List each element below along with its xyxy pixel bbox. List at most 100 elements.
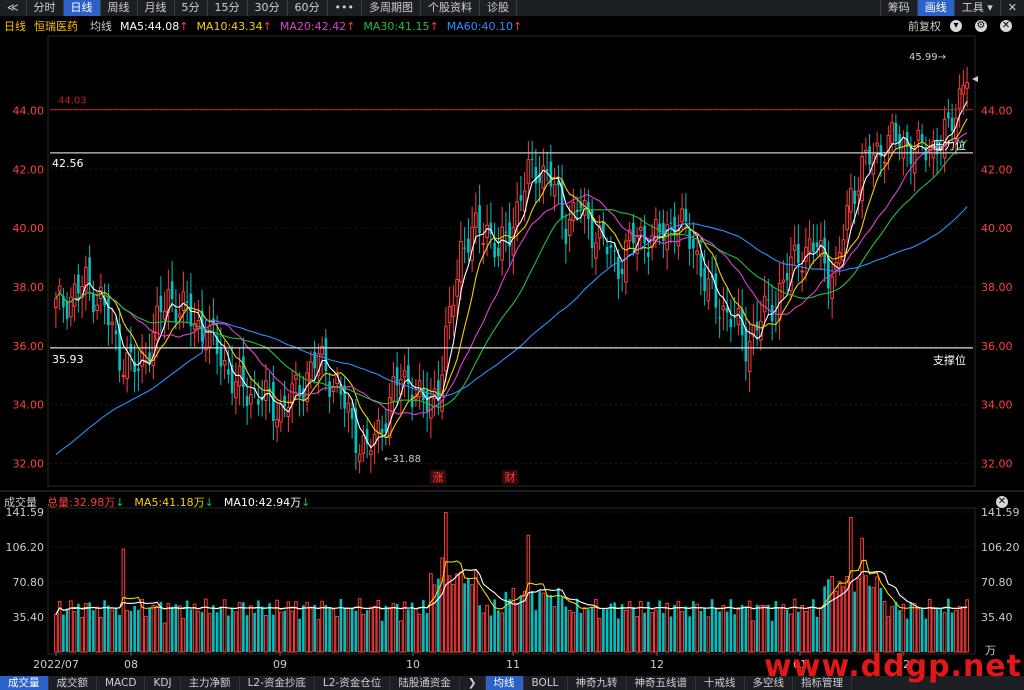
candle <box>882 161 887 164</box>
volume-bar <box>242 602 245 652</box>
candle <box>110 321 114 326</box>
indicator-tab-4[interactable]: 主力净额 <box>181 676 240 690</box>
indicator-tab-7[interactable]: 陆股通资金 <box>390 676 460 690</box>
volume-bar <box>447 575 452 653</box>
candle <box>552 183 557 197</box>
indicator-tab-9[interactable]: BOLL <box>524 676 568 690</box>
indicator-tab-10[interactable]: 神奇九转 <box>568 676 627 690</box>
price-tick-right: 38.00 <box>981 281 1013 294</box>
volume-bar <box>459 571 463 653</box>
volume-bar <box>380 620 384 652</box>
candle <box>54 298 58 309</box>
candle <box>249 393 253 405</box>
candle <box>511 226 516 256</box>
volume-bar <box>414 608 418 653</box>
volume-bar <box>909 602 913 652</box>
candle <box>107 298 110 326</box>
volume-bar <box>200 612 204 652</box>
volume-bar <box>609 603 613 652</box>
candle <box>647 252 650 257</box>
candle <box>797 243 800 264</box>
candle <box>162 310 167 320</box>
indicator-tab-2[interactable]: MACD <box>97 676 146 690</box>
candle <box>181 291 186 311</box>
candle <box>463 247 466 249</box>
candle <box>478 205 481 234</box>
tabs-scroll-icon[interactable]: ❯ <box>460 676 486 690</box>
volume-bar <box>673 604 676 652</box>
kline-chart[interactable]: 44.00 44.00 42.00 42.00 40.00 40.00 38.00 38.00… <box>0 0 1024 690</box>
volume-bar <box>654 609 658 653</box>
volume-bar <box>627 601 632 653</box>
volume-bar <box>212 605 215 652</box>
candle <box>234 381 238 399</box>
candle <box>639 226 643 231</box>
volume-bar <box>827 579 830 652</box>
candle <box>624 240 628 283</box>
volume-bar <box>219 606 223 652</box>
candle <box>744 327 748 362</box>
candle <box>121 375 126 378</box>
support-value: 35.93 <box>52 353 84 366</box>
candle <box>916 129 921 141</box>
volume-bar <box>703 607 706 652</box>
volume-bar <box>324 604 328 652</box>
candle <box>444 326 448 372</box>
volume-bar <box>650 612 654 653</box>
volume-bar <box>429 573 433 653</box>
candle <box>114 330 118 335</box>
volume-title: 成交量 <box>4 496 37 509</box>
candle <box>485 224 489 239</box>
candle <box>77 274 80 294</box>
watermark: www.ddgp.net <box>764 649 1022 684</box>
volume-bar <box>497 610 500 652</box>
price-tick-left: 32.00 <box>13 457 45 470</box>
indicator-tab-3[interactable]: KDJ <box>145 676 181 690</box>
indicator-tab-1[interactable]: 成交额 <box>49 676 97 690</box>
candles <box>54 66 969 474</box>
indicator-tab-0[interactable]: 成交量 <box>0 676 49 690</box>
volume-bar <box>785 609 789 652</box>
volume-bar <box>905 618 909 652</box>
volume-bar <box>309 608 313 653</box>
candle <box>901 137 906 159</box>
volume-bar <box>410 602 414 652</box>
candle <box>845 205 849 231</box>
candle <box>714 273 718 308</box>
volume-bar <box>740 604 744 652</box>
candle <box>669 222 673 224</box>
candle <box>257 399 260 405</box>
indicator-tab-6[interactable]: L2-资金仓位 <box>315 676 391 690</box>
candle <box>703 267 706 292</box>
candle <box>812 242 815 253</box>
volume-bar <box>706 616 711 653</box>
indicator-tab-12[interactable]: 十戒线 <box>696 676 745 690</box>
volume-bar <box>714 608 718 652</box>
price-tick-left: 36.00 <box>13 340 45 353</box>
marker-cai: 财 <box>505 470 516 484</box>
volume-bar <box>290 610 294 653</box>
indicator-tab-8[interactable]: 均线 <box>485 676 524 690</box>
volume-bar <box>692 601 695 652</box>
candle <box>827 257 830 289</box>
volume-close-icon[interactable]: ✕ <box>996 496 1008 508</box>
candle <box>451 304 456 317</box>
candle <box>680 208 684 223</box>
volume-bar <box>804 611 808 653</box>
candle <box>567 218 572 236</box>
indicator-tab-5[interactable]: L2-资金抄底 <box>240 676 315 690</box>
volume-bar <box>579 612 583 652</box>
indicator-tab-11[interactable]: 神奇五线谱 <box>627 676 697 690</box>
candle <box>92 293 95 313</box>
volume-bar <box>84 603 88 653</box>
candle <box>594 242 598 259</box>
volume-bar <box>882 601 887 653</box>
volume-bar <box>279 611 283 653</box>
candle <box>947 112 950 119</box>
volume-tick-left: 70.80 <box>13 576 45 589</box>
volume-bar <box>834 590 838 653</box>
candle <box>781 279 786 283</box>
volume-bar <box>770 620 774 652</box>
volume-bar <box>789 613 793 653</box>
candle <box>272 381 275 421</box>
